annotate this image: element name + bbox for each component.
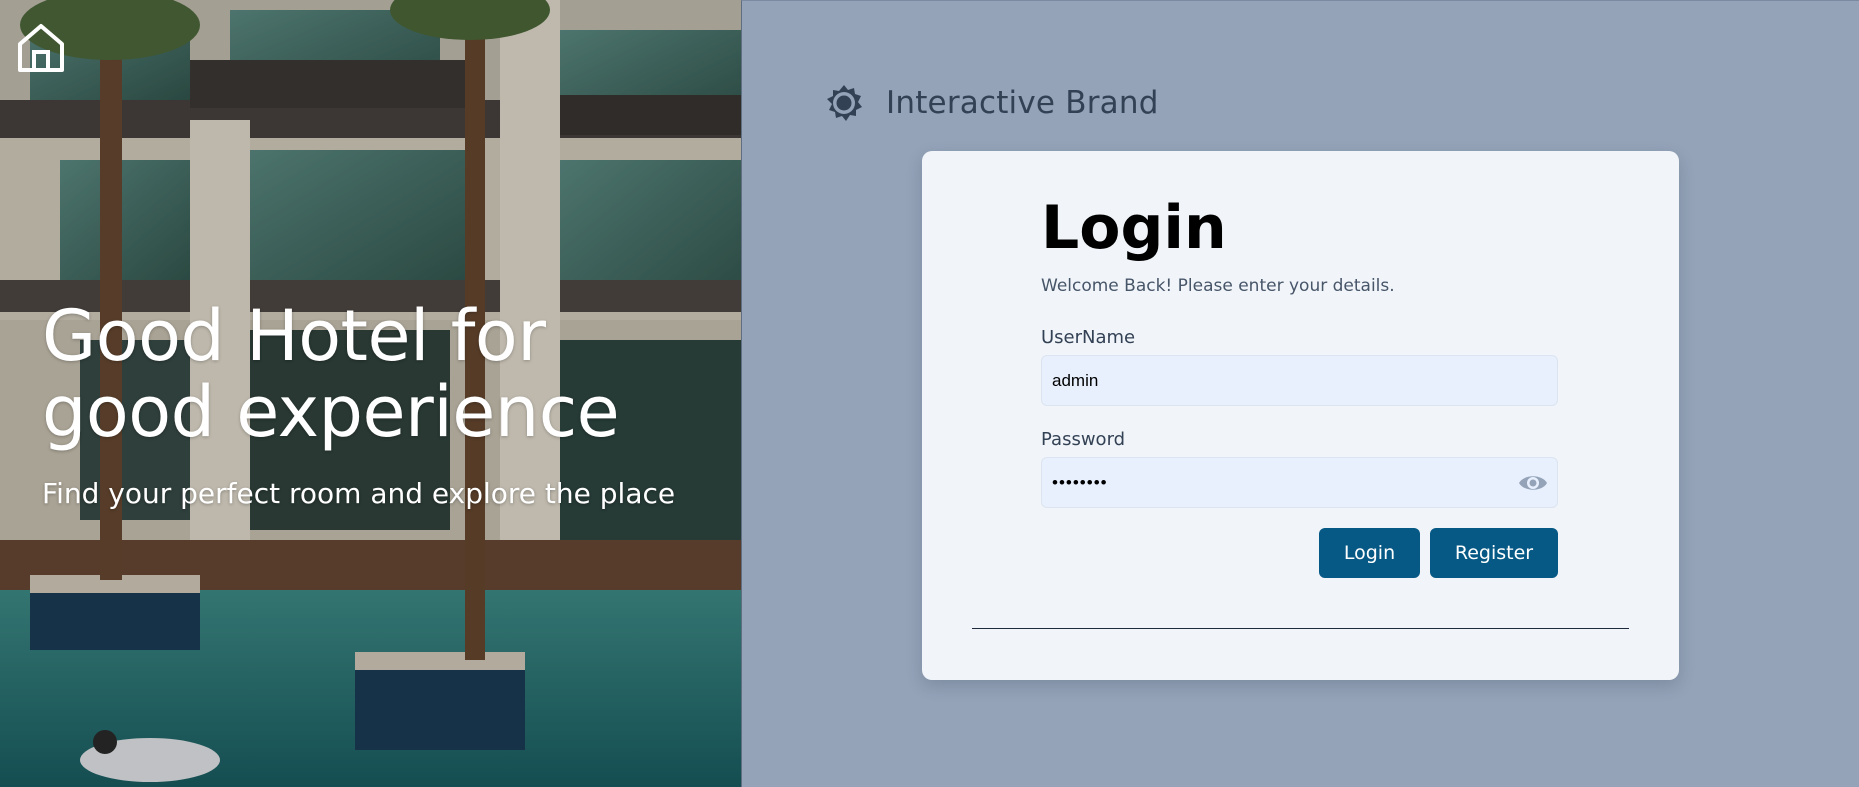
login-button[interactable]: Login bbox=[1319, 528, 1420, 578]
brand: Interactive Brand bbox=[824, 83, 1159, 123]
username-label: UserName bbox=[1041, 327, 1136, 348]
hero-title-line-1: Good Hotel for bbox=[42, 295, 546, 377]
home-button[interactable] bbox=[16, 22, 66, 74]
password-input[interactable] bbox=[1041, 457, 1558, 508]
eye-icon bbox=[1519, 476, 1547, 490]
login-panel: Interactive Brand Login Welcome Back! Pl… bbox=[741, 0, 1859, 787]
login-subtitle: Welcome Back! Please enter your details. bbox=[1041, 276, 1395, 296]
login-title: Login bbox=[1041, 193, 1227, 263]
hero-subtitle: Find your perfect room and explore the p… bbox=[42, 477, 676, 510]
register-button[interactable]: Register bbox=[1430, 528, 1558, 578]
divider bbox=[972, 628, 1629, 629]
login-page: Good Hotel for good experience Find your… bbox=[0, 0, 1859, 787]
home-icon bbox=[18, 24, 64, 72]
brand-name: Interactive Brand bbox=[886, 85, 1159, 121]
login-card: Login Welcome Back! Please enter your de… bbox=[922, 151, 1679, 680]
hero-title-line-2: good experience bbox=[42, 371, 620, 453]
hero-panel: Good Hotel for good experience Find your… bbox=[0, 0, 741, 787]
username-input[interactable] bbox=[1041, 355, 1558, 406]
hero-title: Good Hotel for good experience bbox=[42, 298, 722, 450]
password-label: Password bbox=[1041, 429, 1126, 450]
gear-icon bbox=[827, 85, 862, 121]
toggle-password-visibility[interactable] bbox=[1517, 470, 1549, 496]
